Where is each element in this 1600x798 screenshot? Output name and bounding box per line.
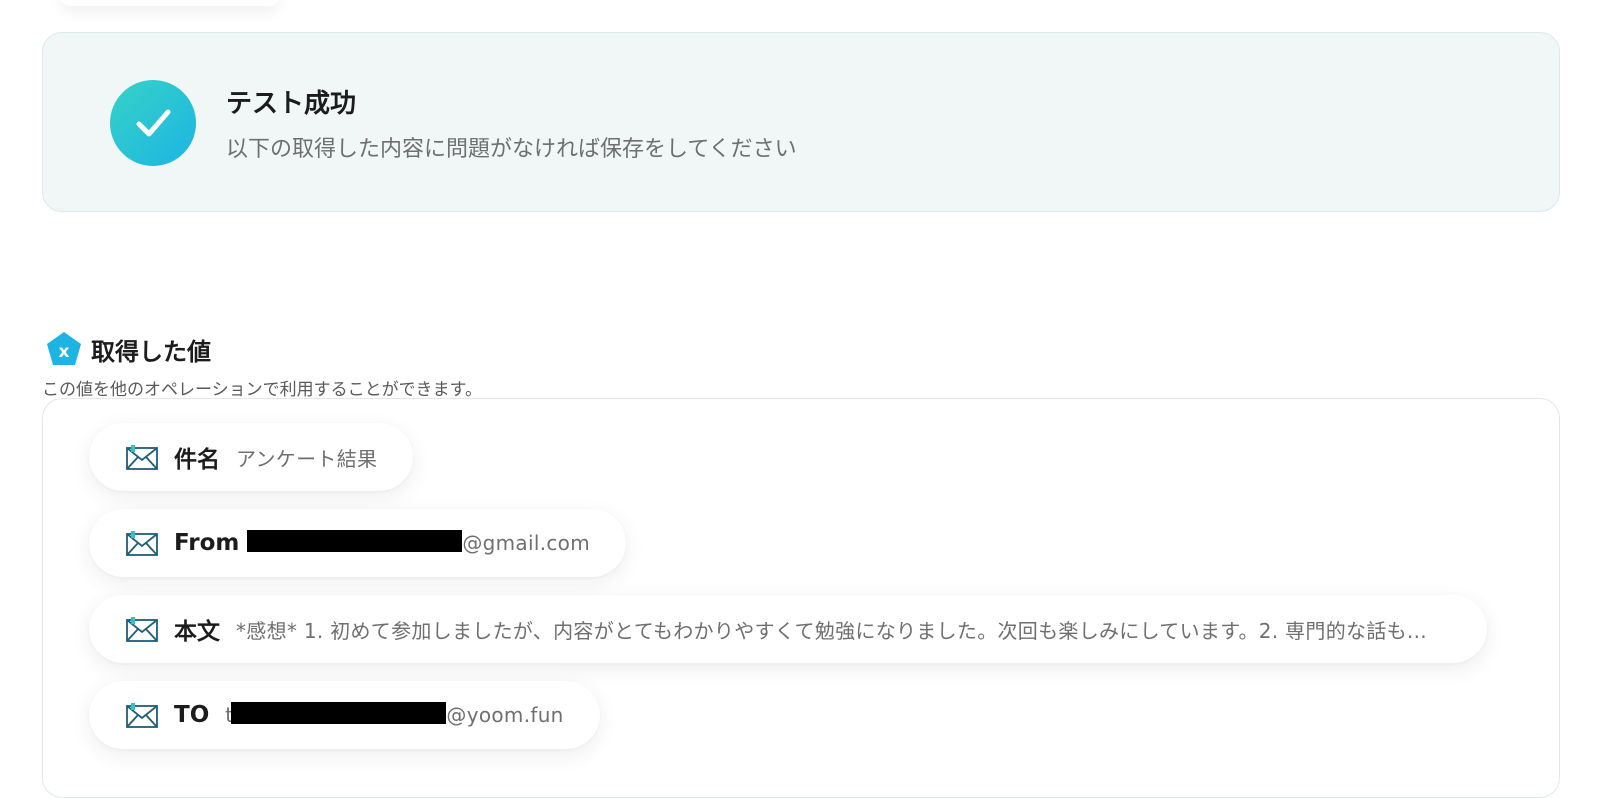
field-label: From [174,530,240,556]
previous-card-edge [60,0,280,6]
field-pill-from[interactable]: From @gmail.com [89,509,626,577]
redacted-block [247,530,463,552]
section-description: この値を他のオペレーションで利用することができます。 [42,380,482,400]
field-label: 件名 [174,447,220,473]
test-success-banner: テスト成功 以下の取得した内容に問題がなければ保存をしてください [42,32,1560,212]
values-section-header: x 取得した値 [45,330,211,368]
field-label: TO [174,702,210,728]
mail-icon [126,531,158,556]
redacted-block [231,702,447,724]
field-label: 本文 [174,619,220,645]
field-value-suffix: @gmail.com [462,531,590,555]
field-value-suffix: @yoom.fun [446,703,564,727]
field-value: アンケート結果 [236,446,378,471]
field-value: *感想* 1. 初めて参加しましたが、内容がとてもわかりやすくて勉強になりました… [236,618,1427,643]
field-pill-to[interactable]: TO t @yoom.fun [89,681,600,749]
field-pill-body[interactable]: 本文 *感想* 1. 初めて参加しましたが、内容がとてもわかりやすくて勉強になり… [89,595,1487,663]
field-pill-subject[interactable]: 件名 アンケート結果 [89,423,414,491]
yoom-logo-icon: x [47,332,81,365]
section-title: 取得した値 [91,337,211,366]
success-title: テスト成功 [226,89,357,119]
values-panel: 件名 アンケート結果 From @gmail.com 本文 *感想* 1. 初め… [42,398,1560,798]
success-subtitle: 以下の取得した内容に問題がなければ保存をしてください [226,137,797,162]
check-circle-icon [110,80,196,166]
mail-icon [126,617,158,642]
mail-icon [126,445,158,470]
mail-icon [126,703,158,728]
svg-text:x: x [59,342,70,362]
